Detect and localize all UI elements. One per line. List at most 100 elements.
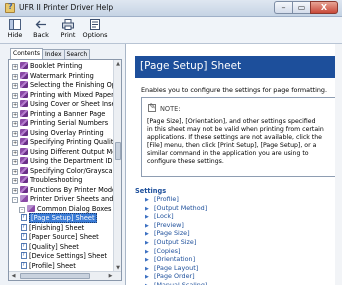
open-book-icon bbox=[27, 204, 35, 212]
maximize-button[interactable]: ▭ bbox=[292, 1, 310, 14]
book-icon bbox=[20, 71, 28, 79]
book-icon bbox=[20, 62, 28, 69]
tree-item-label: Booklet Printing bbox=[30, 62, 83, 70]
expand-icon[interactable]: + bbox=[12, 92, 18, 99]
tree-item[interactable]: + Booklet Printing bbox=[12, 62, 82, 71]
settings-link-label: [Orientation] bbox=[154, 255, 196, 264]
expand-icon[interactable]: + bbox=[12, 111, 18, 118]
settings-link[interactable]: ▶ [Preview] bbox=[145, 221, 207, 230]
hide-button[interactable]: Hide bbox=[2, 19, 28, 39]
book-icon bbox=[20, 90, 28, 98]
help-page-icon bbox=[21, 232, 27, 241]
tree-item[interactable]: + Printing a Banner Page bbox=[12, 109, 106, 119]
book-icon bbox=[20, 185, 28, 193]
settings-link[interactable]: ▶ [Copies] bbox=[145, 247, 207, 256]
tree-item[interactable]: [Profile] Sheet bbox=[21, 261, 76, 271]
tree-item[interactable]: [Page Setup] Sheet bbox=[21, 213, 97, 223]
options-button[interactable]: Options bbox=[82, 19, 108, 39]
tree-item-label: Using Different Output Metho bbox=[30, 147, 122, 156]
content-pane: [Page Setup] Sheet Enables you to config… bbox=[127, 44, 342, 285]
tree-item[interactable]: + Specifying Color/Grayscale Pr bbox=[12, 166, 121, 176]
tree-horizontal-scrollbar[interactable]: ◀ ▶ bbox=[9, 271, 121, 280]
expand-icon[interactable]: + bbox=[12, 121, 18, 127]
settings-link-label: [Profile] bbox=[154, 195, 179, 203]
settings-link[interactable]: ▶[Manual Scaling] bbox=[145, 281, 207, 285]
scroll-left-icon[interactable]: ◀ bbox=[9, 272, 18, 280]
help-page-icon bbox=[21, 261, 27, 270]
settings-link[interactable]: ▶ [Profile] bbox=[145, 195, 207, 204]
settings-link-label: [Page Order] bbox=[154, 272, 195, 281]
tree-item[interactable]: + Using Different Output Metho bbox=[12, 147, 122, 157]
printer-icon bbox=[62, 19, 74, 30]
book-icon bbox=[20, 147, 28, 155]
settings-link-label: [Manual Scaling] bbox=[154, 280, 208, 285]
settings-link[interactable]: ▶ [Output Method] bbox=[145, 204, 207, 213]
settings-link-label: [Lock] bbox=[154, 212, 174, 221]
expand-icon[interactable]: + bbox=[12, 102, 18, 108]
expand-icon[interactable]: + bbox=[12, 64, 18, 70]
tree-item-label: Printing a Banner Page bbox=[30, 109, 106, 118]
help-page-icon bbox=[21, 223, 27, 232]
book-icon bbox=[20, 166, 28, 174]
tree-item-label: Functions By Printer Model bbox=[30, 185, 118, 194]
print-button[interactable]: Print bbox=[55, 19, 81, 39]
scroll-up-icon[interactable]: ▲ bbox=[114, 60, 121, 68]
tab-index[interactable]: Index bbox=[42, 49, 65, 59]
tree-item-label: Watermark Printing bbox=[30, 71, 94, 80]
tree-item[interactable]: + Using Cover or Sheet Insertio bbox=[12, 100, 121, 109]
tree-item[interactable]: + Functions By Printer Model bbox=[12, 185, 118, 195]
tree-item[interactable]: + Selecting the Finishing Option bbox=[12, 81, 121, 90]
tree-item[interactable]: + Printing with Mixed Paper Size bbox=[12, 90, 121, 100]
tree-item[interactable]: [Device Settings] Sheet bbox=[21, 251, 107, 261]
settings-links: ▶ [Profile] ▶ [Output Method] ▶ [Lock] ▶ [Previ… bbox=[145, 195, 207, 285]
book-icon bbox=[20, 138, 28, 145]
tree-item[interactable]: [Paper Source] Sheet bbox=[21, 232, 99, 242]
settings-link[interactable]: ▶ [Page Order] bbox=[145, 272, 207, 281]
tree-item-label: [Device Settings] Sheet bbox=[29, 252, 107, 260]
tree-item[interactable]: + Using the Department ID Man bbox=[12, 157, 121, 166]
expand-icon[interactable]: + bbox=[12, 140, 18, 146]
tree-horizontal-scroll-thumb[interactable] bbox=[20, 273, 90, 279]
expand-icon[interactable]: + bbox=[12, 159, 18, 165]
settings-link[interactable]: ▶ [Lock] bbox=[145, 212, 207, 221]
title-bar: UFR II Printer Driver Help – ▭ X bbox=[0, 0, 342, 17]
expand-icon[interactable]: + bbox=[12, 73, 18, 80]
tree-item[interactable]: + Troubleshooting bbox=[12, 176, 82, 185]
scroll-right-icon[interactable]: ▶ bbox=[106, 272, 115, 280]
tree-item[interactable]: + Printing Serial Numbers bbox=[12, 119, 108, 128]
tree-item[interactable]: [Finishing] Sheet bbox=[21, 223, 84, 233]
book-icon bbox=[20, 128, 28, 136]
settings-link-label: [Page Size] bbox=[154, 229, 190, 238]
help-page-icon bbox=[21, 251, 27, 260]
note-line: configure these settings. bbox=[147, 157, 224, 165]
tree-vertical-scrollbar[interactable]: ▲ ▼ bbox=[113, 60, 121, 272]
tree-item[interactable]: + Using Overlay Printing bbox=[12, 128, 104, 138]
settings-link[interactable]: ▶ [Page Layout] bbox=[145, 264, 207, 273]
back-arrow-icon bbox=[35, 20, 46, 29]
tab-search[interactable]: Search bbox=[63, 49, 91, 59]
tree-item[interactable]: + Specifying Printing Quality bbox=[12, 138, 117, 147]
expand-icon[interactable]: + bbox=[12, 178, 18, 184]
tree-vertical-scroll-thumb[interactable] bbox=[115, 142, 121, 160]
expand-icon[interactable]: + bbox=[12, 168, 18, 175]
tree-item-label: Printer Driver Sheets and Dia bbox=[30, 195, 122, 203]
tab-contents[interactable]: Contents bbox=[10, 48, 43, 59]
tree-item[interactable]: - Printer Driver Sheets and Dia bbox=[12, 195, 122, 204]
content-vertical-scrollbar[interactable] bbox=[335, 44, 342, 285]
expand-icon[interactable]: + bbox=[12, 130, 18, 137]
settings-link[interactable]: ▶ [Page Size] bbox=[145, 229, 207, 238]
expand-icon[interactable]: + bbox=[12, 83, 18, 89]
settings-link[interactable]: ▶ [Orientation] bbox=[145, 255, 207, 264]
expand-icon[interactable]: + bbox=[12, 149, 18, 156]
note-line: in this sheet may not be valid when prin… bbox=[147, 125, 324, 133]
collapse-icon[interactable]: - bbox=[19, 206, 25, 213]
settings-link-label: [Output Method] bbox=[154, 203, 208, 212]
tree-item[interactable]: + Watermark Printing bbox=[12, 71, 94, 81]
settings-link[interactable]: ▶ [Output Size] bbox=[145, 238, 207, 247]
tree-item[interactable]: [Quality] Sheet bbox=[21, 242, 79, 252]
minimize-button[interactable]: – bbox=[274, 1, 292, 14]
close-button[interactable]: X bbox=[310, 1, 338, 14]
collapse-icon[interactable]: - bbox=[12, 197, 18, 203]
back-button[interactable]: Back bbox=[28, 19, 54, 39]
expand-icon[interactable]: + bbox=[12, 187, 18, 194]
